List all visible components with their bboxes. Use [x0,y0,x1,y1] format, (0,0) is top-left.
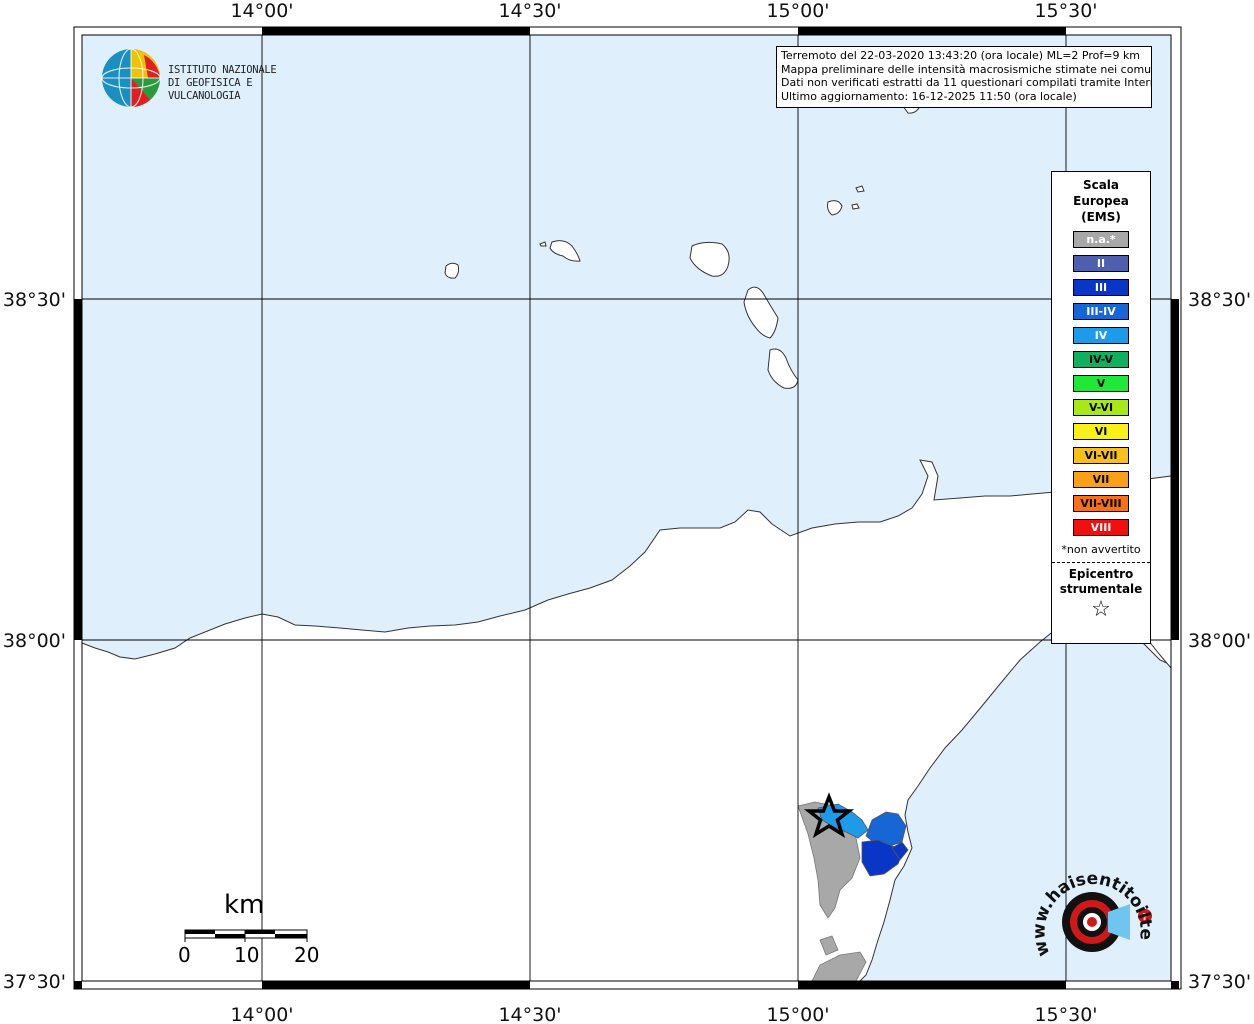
lon-tick-top-1: 14°30' [498,0,561,22]
legend-item-7: V-VI [1073,399,1129,416]
legend-item-3: III-IV [1073,303,1129,320]
frame-bar-bottom-1 [262,981,530,989]
legend-epicenter-line1: Epicentro [1068,567,1134,581]
legend-items: n.a.* II III III-IV IV IV-V V V-VI VI VI-VII VII VI… [1052,231,1150,536]
haisentito-logo: ? www.haisentitoilterremoto.it [1021,847,1160,982]
ingv-name-line2: DI GEOFISICA E VULCANOLOGIA [168,77,253,102]
legend-item-4: IV [1073,327,1129,344]
ingv-logo: ISTITUTO NAZIONALE DI GEOFISICA E VULCAN… [100,47,320,111]
legend-epicenter-label: Epicentro strumentale [1052,567,1150,597]
lon-tick-bottom-0: 14°00' [230,1004,293,1024]
legend-title-line1: Scala [1082,178,1120,192]
scale-label-20: 20 [294,943,320,967]
legend-item-2: III [1073,279,1129,296]
legend-item-5: IV-V [1073,351,1129,368]
ingv-name-line1: ISTITUTO NAZIONALE [168,64,277,76]
ems-legend: Scala Europea (EMS) n.a.* II III III-IV IV IV… [1051,171,1151,644]
legend-star-icon: ☆ [1091,597,1111,622]
scale-bar-graphic [184,929,308,942]
lon-tick-bottom-3: 15°30' [1034,1004,1097,1024]
scale-label-10: 10 [234,943,260,967]
lon-tick-top-3: 15°30' [1034,0,1097,22]
frame-bar-bottom-2 [798,981,1066,989]
lat-tick-right-1: 38°00' [1188,630,1251,652]
legend-item-11: VII-VIII [1073,495,1129,512]
ingv-name: ISTITUTO NAZIONALE DI GEOFISICA E VULCAN… [168,64,320,103]
scale-unit: km [224,890,265,920]
event-info-line3: Dati non verificati estratti da 11 quest… [781,76,1152,89]
legend-separator [1052,562,1150,563]
lat-tick-left-2: 37°30' [3,971,66,993]
frame-bar-left-1 [74,299,82,640]
frame-bar-right-2 [1171,981,1179,989]
legend-note: *non avvertito [1061,543,1141,556]
lat-tick-left-0: 38°30' [3,289,66,311]
legend-item-10: VII [1073,471,1129,488]
lon-tick-top-2: 15°00' [766,0,829,22]
island-alicudi [444,262,460,279]
event-info-box: Terremoto del 22-03-2020 13:43:20 (ora l… [776,46,1152,108]
frame-bar-left-2 [74,981,82,989]
legend-item-12: VIII [1073,519,1129,536]
scale-bar: km 0 10 20 [178,890,330,970]
haisentito-logo-graphic: ? www.haisentitoilterremoto.it [1021,847,1156,959]
frame-bar-top-1 [262,27,530,35]
scale-label-0: 0 [178,943,191,967]
event-info-line2: Mappa preliminare delle intensità macros… [781,62,1152,76]
legend-title-line2: Europea [1073,194,1129,208]
ingv-globe-icon [101,48,161,108]
legend-item-0: n.a.* [1073,231,1129,248]
lon-tick-top-0: 14°00' [230,0,293,22]
legend-item-8: VI [1073,423,1129,440]
lon-tick-bottom-2: 15°00' [766,1004,829,1024]
legend-item-9: VI-VII [1073,447,1129,464]
legend-title: Scala Europea (EMS) [1052,177,1150,225]
frame-bar-top-2 [798,27,1066,35]
lon-tick-bottom-1: 14°30' [498,1004,561,1024]
legend-item-6: V [1073,375,1129,392]
event-info-line1: Terremoto del 22-03-2020 13:43:20 (ora l… [781,49,1141,62]
lat-tick-right-0: 38°30' [1188,289,1251,311]
lat-tick-right-2: 37°30' [1188,971,1251,993]
legend-item-1: II [1073,255,1129,272]
lat-tick-left-1: 38°00' [3,630,66,652]
legend-title-line3: (EMS) [1081,210,1121,224]
event-info-line4: Ultimo aggiornamento: 16-12-2025 11:50 (… [781,89,1077,103]
legend-epicenter-line2: strumentale [1059,582,1143,596]
frame-bar-right-1 [1171,299,1179,640]
